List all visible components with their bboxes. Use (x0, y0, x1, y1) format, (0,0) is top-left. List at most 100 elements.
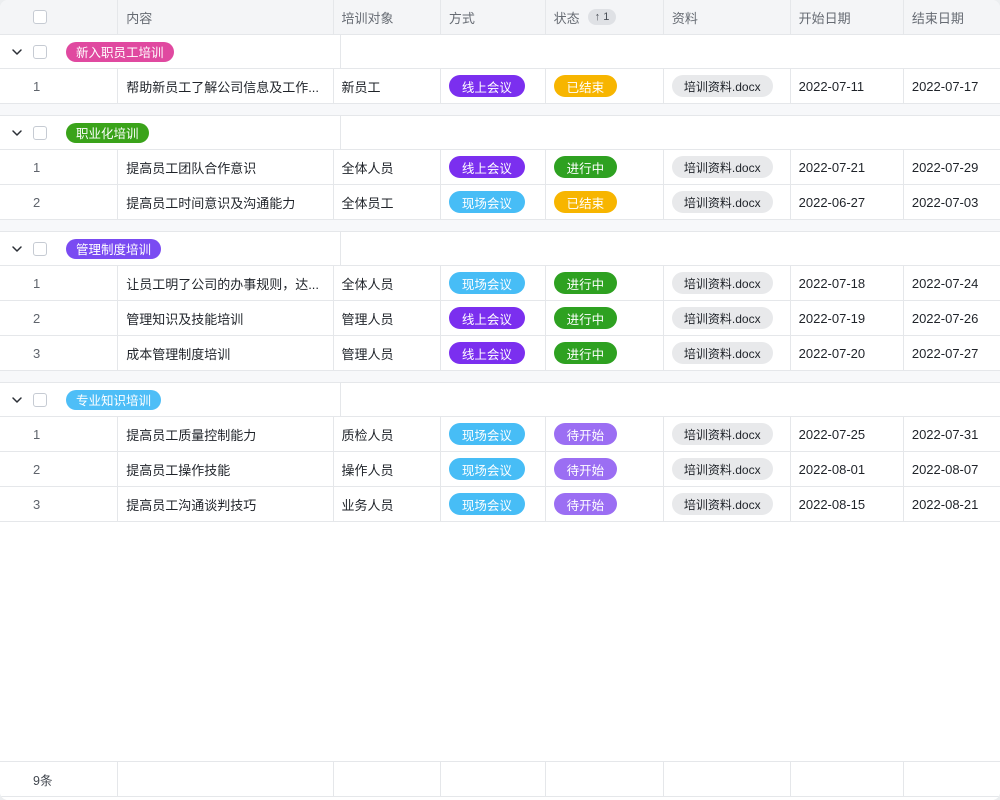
method-cell[interactable]: 现场会议 (441, 417, 546, 452)
group-header-row[interactable]: 管理制度培训 (0, 232, 1000, 266)
start-date-cell[interactable]: 2022-08-15 (791, 487, 904, 522)
material-cell[interactable]: 培训资料.docx (664, 452, 791, 487)
content-cell[interactable]: 提高员工时间意识及沟通能力 (118, 185, 333, 220)
end-date-cell[interactable]: 2022-07-17 (904, 69, 1000, 104)
group-header-row[interactable]: 职业化培训 (0, 116, 1000, 150)
start-date-cell[interactable]: 2022-07-21 (791, 150, 904, 185)
chevron-down-icon[interactable] (10, 393, 24, 407)
target-cell[interactable]: 全体人员 (334, 150, 441, 185)
content-cell[interactable]: 提高员工沟通谈判技巧 (118, 487, 333, 522)
start-date-cell[interactable]: 2022-07-11 (791, 69, 904, 104)
target-cell[interactable]: 管理人员 (334, 301, 441, 336)
target-cell[interactable]: 质检人员 (334, 417, 441, 452)
chevron-down-icon[interactable] (10, 126, 24, 140)
attachment-chip[interactable]: 培训资料.docx (672, 458, 773, 480)
table-row[interactable]: 2 提高员工时间意识及沟通能力 全体员工 现场会议 已结束 培训资料.docx … (0, 185, 1000, 220)
summary-cell[interactable] (334, 762, 441, 796)
attachment-chip[interactable]: 培训资料.docx (672, 272, 773, 294)
end-date-cell[interactable]: 2022-08-21 (904, 487, 1000, 522)
summary-cell[interactable] (118, 762, 333, 796)
attachment-chip[interactable]: 培训资料.docx (672, 342, 773, 364)
content-cell[interactable]: 帮助新员工了解公司信息及工作... (118, 69, 333, 104)
status-cell[interactable]: 待开始 (546, 487, 664, 522)
material-cell[interactable]: 培训资料.docx (664, 185, 791, 220)
attachment-chip[interactable]: 培训资料.docx (672, 423, 773, 445)
status-cell[interactable]: 待开始 (546, 452, 664, 487)
table-row[interactable]: 3 成本管理制度培训 管理人员 线上会议 进行中 培训资料.docx 2022-… (0, 336, 1000, 371)
end-date-cell[interactable]: 2022-07-31 (904, 417, 1000, 452)
material-cell[interactable]: 培训资料.docx (664, 69, 791, 104)
target-cell[interactable]: 管理人员 (334, 336, 441, 371)
material-cell[interactable]: 培训资料.docx (664, 336, 791, 371)
attachment-chip[interactable]: 培训资料.docx (672, 191, 773, 213)
status-cell[interactable]: 进行中 (546, 301, 664, 336)
attachment-chip[interactable]: 培训资料.docx (672, 307, 773, 329)
method-cell[interactable]: 线上会议 (441, 150, 546, 185)
group-checkbox[interactable] (33, 45, 47, 59)
start-date-cell[interactable]: 2022-07-25 (791, 417, 904, 452)
content-cell[interactable]: 提高员工操作技能 (118, 452, 333, 487)
chevron-down-icon[interactable] (10, 45, 24, 59)
table-row[interactable]: 1 提高员工团队合作意识 全体人员 线上会议 进行中 培训资料.docx 202… (0, 150, 1000, 185)
attachment-chip[interactable]: 培训资料.docx (672, 156, 773, 178)
column-header-status[interactable]: 状态 ↑ 1 (546, 0, 664, 35)
column-header-end-date[interactable]: 结束日期 (904, 0, 1000, 35)
material-cell[interactable]: 培训资料.docx (664, 301, 791, 336)
start-date-cell[interactable]: 2022-08-01 (791, 452, 904, 487)
table-row[interactable]: 3 提高员工沟通谈判技巧 业务人员 现场会议 待开始 培训资料.docx 202… (0, 487, 1000, 522)
chevron-down-icon[interactable] (10, 242, 24, 256)
column-header-material[interactable]: 资料 (664, 0, 791, 35)
method-cell[interactable]: 线上会议 (441, 336, 546, 371)
status-cell[interactable]: 进行中 (546, 336, 664, 371)
group-checkbox[interactable] (33, 126, 47, 140)
attachment-chip[interactable]: 培训资料.docx (672, 493, 773, 515)
summary-cell[interactable] (441, 762, 546, 796)
table-row[interactable]: 1 帮助新员工了解公司信息及工作... 新员工 线上会议 已结束 培训资料.do… (0, 69, 1000, 104)
sort-indicator-badge[interactable]: ↑ 1 (588, 9, 617, 25)
method-cell[interactable]: 现场会议 (441, 266, 546, 301)
material-cell[interactable]: 培训资料.docx (664, 487, 791, 522)
material-cell[interactable]: 培训资料.docx (664, 150, 791, 185)
group-checkbox[interactable] (33, 393, 47, 407)
table-row[interactable]: 2 提高员工操作技能 操作人员 现场会议 待开始 培训资料.docx 2022-… (0, 452, 1000, 487)
method-cell[interactable]: 现场会议 (441, 487, 546, 522)
start-date-cell[interactable]: 2022-07-19 (791, 301, 904, 336)
group-header-row[interactable]: 新入职员工培训 (0, 35, 1000, 69)
target-cell[interactable]: 全体员工 (334, 185, 441, 220)
target-cell[interactable]: 操作人员 (334, 452, 441, 487)
content-cell[interactable]: 提高员工质量控制能力 (118, 417, 333, 452)
summary-cell[interactable] (791, 762, 904, 796)
end-date-cell[interactable]: 2022-07-03 (904, 185, 1000, 220)
start-date-cell[interactable]: 2022-07-18 (791, 266, 904, 301)
target-cell[interactable]: 业务人员 (334, 487, 441, 522)
end-date-cell[interactable]: 2022-07-27 (904, 336, 1000, 371)
status-cell[interactable]: 待开始 (546, 417, 664, 452)
method-cell[interactable]: 线上会议 (441, 69, 546, 104)
column-header-content[interactable]: 内容 (118, 0, 333, 35)
column-header-start-date[interactable]: 开始日期 (791, 0, 904, 35)
attachment-chip[interactable]: 培训资料.docx (672, 75, 773, 97)
content-cell[interactable]: 让员工明了公司的办事规则，达... (118, 266, 333, 301)
select-all-checkbox[interactable] (33, 10, 47, 24)
status-cell[interactable]: 进行中 (546, 150, 664, 185)
content-cell[interactable]: 提高员工团队合作意识 (118, 150, 333, 185)
start-date-cell[interactable]: 2022-07-20 (791, 336, 904, 371)
status-cell[interactable]: 已结束 (546, 185, 664, 220)
end-date-cell[interactable]: 2022-07-26 (904, 301, 1000, 336)
group-header-row[interactable]: 专业知识培训 (0, 383, 1000, 417)
group-checkbox[interactable] (33, 242, 47, 256)
target-cell[interactable]: 新员工 (334, 69, 441, 104)
status-cell[interactable]: 已结束 (546, 69, 664, 104)
content-cell[interactable]: 成本管理制度培训 (118, 336, 333, 371)
material-cell[interactable]: 培训资料.docx (664, 266, 791, 301)
status-cell[interactable]: 进行中 (546, 266, 664, 301)
column-header-target[interactable]: 培训对象 (334, 0, 441, 35)
target-cell[interactable]: 全体人员 (334, 266, 441, 301)
start-date-cell[interactable]: 2022-06-27 (791, 185, 904, 220)
end-date-cell[interactable]: 2022-07-29 (904, 150, 1000, 185)
material-cell[interactable]: 培训资料.docx (664, 417, 791, 452)
column-header-method[interactable]: 方式 (441, 0, 546, 35)
summary-cell[interactable] (546, 762, 664, 796)
summary-cell[interactable] (664, 762, 791, 796)
end-date-cell[interactable]: 2022-08-07 (904, 452, 1000, 487)
